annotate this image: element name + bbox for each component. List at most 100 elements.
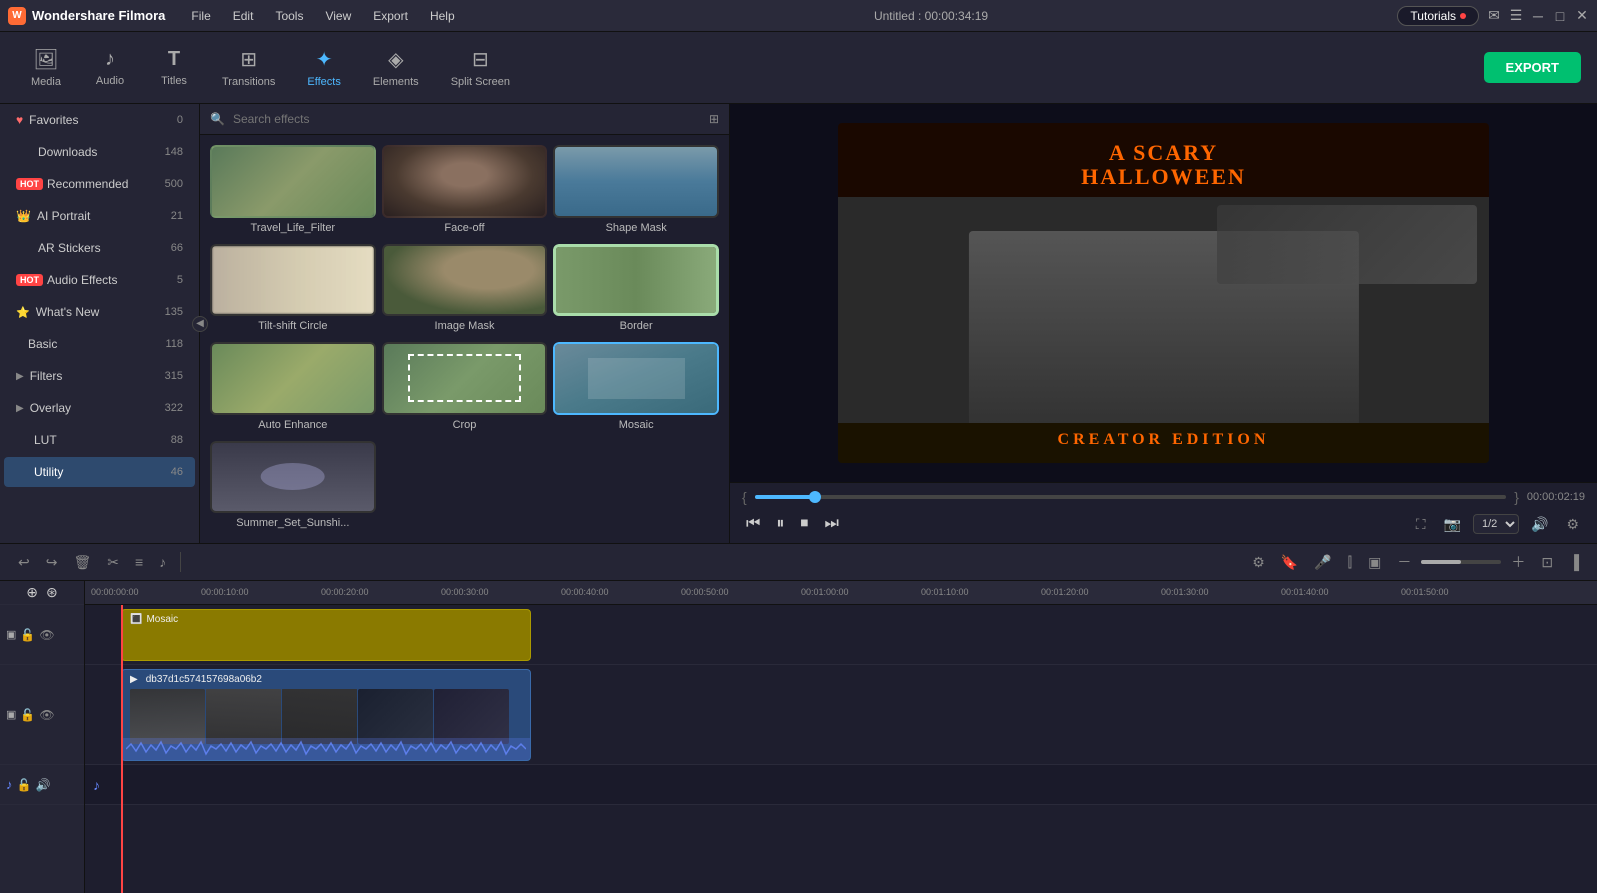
menu-icon[interactable]: ☰ bbox=[1509, 9, 1523, 23]
effect-image-mask[interactable]: Image Mask bbox=[382, 244, 548, 337]
toolbar-media[interactable]: 🖼 Media bbox=[16, 39, 76, 96]
main-toolbar: 🖼 Media ♪ Audio T Titles ⊞ Transitions ✦… bbox=[0, 32, 1597, 104]
collapse-panel-button[interactable]: ◀ bbox=[192, 316, 208, 332]
track-eye2-icon[interactable]: 👁 bbox=[39, 708, 54, 722]
timeline-main: 00:00:00:00 00:00:10:00 00:00:20:00 00:0… bbox=[85, 581, 1597, 893]
audio-lock-icon[interactable]: 🔓 bbox=[17, 778, 32, 792]
media-icon: 🖼 bbox=[33, 47, 58, 72]
play-pause-button[interactable]: ⏸ bbox=[772, 511, 788, 537]
stop-button[interactable]: ⏹ bbox=[796, 511, 812, 537]
speed-button[interactable]: ≡ bbox=[129, 550, 149, 574]
mosaic-clip[interactable]: 🔳 Mosaic bbox=[121, 609, 531, 661]
menu-help[interactable]: Help bbox=[420, 6, 465, 26]
sidebar-item-favorites[interactable]: ♥ Favorites 0 bbox=[4, 105, 195, 135]
sidebar-item-utility[interactable]: Utility 46 bbox=[4, 457, 195, 487]
tl-bookmark-button[interactable]: 🔖 bbox=[1275, 550, 1304, 575]
effect-mosaic[interactable]: Mosaic bbox=[553, 342, 719, 435]
mosaic-clip-icon: 🔳 bbox=[130, 614, 142, 625]
step-forward-button[interactable]: ⏭ bbox=[820, 511, 842, 537]
delete-button[interactable]: 🗑 bbox=[67, 550, 97, 575]
effect-travel-life-filter[interactable]: Travel_Life_Filter bbox=[210, 145, 376, 238]
tl-align-button[interactable]: ⫿ bbox=[1342, 550, 1358, 575]
maximize-button[interactable]: □ bbox=[1553, 9, 1567, 23]
toolbar-effects[interactable]: ✦ Effects bbox=[293, 39, 354, 96]
effect-crop[interactable]: Crop bbox=[382, 342, 548, 435]
effect-auto-enhance[interactable]: Auto Enhance bbox=[210, 342, 376, 435]
sidebar-audio-effects-count: 5 bbox=[177, 274, 183, 286]
tl-overlay-button[interactable]: ▣ bbox=[1362, 550, 1387, 575]
audio-button[interactable]: ♪ bbox=[153, 550, 172, 574]
page-selector[interactable]: 1/2 bbox=[1473, 514, 1519, 534]
toolbar-split-screen[interactable]: ⊟ Split Screen bbox=[437, 39, 524, 96]
tl-collapse-button[interactable]: ▐ bbox=[1563, 550, 1585, 574]
effect-border[interactable]: Border bbox=[553, 244, 719, 337]
volume-button[interactable]: 🔊 bbox=[1525, 513, 1554, 536]
toolbar-transitions[interactable]: ⊞ Transitions bbox=[208, 39, 289, 96]
toolbar-elements[interactable]: ◈ Elements bbox=[359, 39, 433, 96]
toolbar-titles[interactable]: T Titles bbox=[144, 40, 204, 95]
split-button[interactable]: ✂ bbox=[101, 550, 125, 575]
effect-thumb-autoenh bbox=[210, 342, 376, 415]
track-lock-icon[interactable]: 🔓 bbox=[20, 628, 35, 642]
tl-fit-button[interactable]: ⊡ bbox=[1535, 550, 1559, 575]
sidebar-item-ai-portrait[interactable]: 👑 AI Portrait 21 bbox=[4, 201, 195, 231]
settings-button[interactable]: ⚙ bbox=[1560, 513, 1585, 536]
track-video2-icon: ▣ bbox=[6, 708, 16, 721]
fullscreen-button[interactable]: ⛶ bbox=[1410, 513, 1432, 536]
sidebar-item-basic[interactable]: Basic 118 bbox=[4, 329, 195, 359]
sidebar-item-recommended[interactable]: HOT Recommended 500 bbox=[4, 169, 195, 199]
timeline-ruler[interactable]: 00:00:00:00 00:00:10:00 00:00:20:00 00:0… bbox=[85, 581, 1597, 605]
undo-button[interactable]: ↩ bbox=[12, 550, 36, 575]
effect-shape-mask[interactable]: Shape Mask bbox=[553, 145, 719, 238]
step-back-button[interactable]: ⏮ bbox=[742, 511, 764, 537]
minimize-button[interactable]: ─ bbox=[1531, 9, 1545, 23]
effect-summer-sunshine[interactable]: Summer_Set_Sunshi... bbox=[210, 441, 376, 534]
effects-search-input[interactable] bbox=[233, 112, 701, 126]
effect-thumb-border bbox=[553, 244, 719, 317]
close-button[interactable]: ✕ bbox=[1575, 9, 1589, 23]
effects-sidebar: ♥ Favorites 0 Downloads 148 HOT Recommen… bbox=[0, 104, 200, 543]
zoom-track[interactable] bbox=[1421, 560, 1501, 564]
effect-tilt-shift-circle[interactable]: Tilt-shift Circle bbox=[210, 244, 376, 337]
screenshot-button[interactable]: 📷 bbox=[1438, 513, 1467, 536]
tl-zoom-in-button[interactable]: ＋ bbox=[1505, 548, 1531, 576]
grid-view-icon[interactable]: ⊞ bbox=[709, 112, 719, 126]
menu-edit[interactable]: Edit bbox=[223, 6, 264, 26]
tutorials-button[interactable]: Tutorials bbox=[1397, 6, 1479, 26]
link-icon[interactable]: ⊛ bbox=[46, 584, 58, 601]
sidebar-item-audio-effects[interactable]: HOT Audio Effects 5 bbox=[4, 265, 195, 295]
menu-view[interactable]: View bbox=[315, 6, 361, 26]
effect-label-faceoff: Face-off bbox=[440, 222, 488, 238]
add-track-icon[interactable]: ⊕ bbox=[26, 584, 38, 601]
time-bracket-right[interactable]: } bbox=[1514, 489, 1519, 505]
menu-tools[interactable]: Tools bbox=[265, 6, 313, 26]
tl-settings-button[interactable]: ⚙ bbox=[1246, 550, 1271, 575]
redo-button[interactable]: ↪ bbox=[40, 550, 64, 575]
sidebar-item-whats-new[interactable]: ⭐ What's New 135 bbox=[4, 297, 195, 327]
sidebar-item-ar-stickers[interactable]: AR Stickers 66 bbox=[4, 233, 195, 263]
message-icon[interactable]: ✉ bbox=[1487, 9, 1501, 23]
time-bracket-left[interactable]: { bbox=[742, 489, 747, 505]
menu-file[interactable]: File bbox=[181, 6, 220, 26]
sidebar-item-filters[interactable]: ▶ Filters 315 bbox=[4, 361, 195, 391]
menu-export[interactable]: Export bbox=[363, 6, 418, 26]
titlebar: W Wondershare Filmora File Edit Tools Vi… bbox=[0, 0, 1597, 32]
split-screen-icon: ⊟ bbox=[472, 47, 489, 72]
star-icon: ⭐ bbox=[16, 306, 30, 319]
sidebar-item-overlay[interactable]: ▶ Overlay 322 bbox=[4, 393, 195, 423]
toolbar-audio[interactable]: ♪ Audio bbox=[80, 40, 140, 95]
audio-eye-icon[interactable]: 🔊 bbox=[35, 778, 50, 792]
tl-mic-button[interactable]: 🎤 bbox=[1308, 550, 1337, 575]
track-lock2-icon[interactable]: 🔓 bbox=[20, 708, 35, 722]
progress-track[interactable] bbox=[755, 495, 1507, 499]
effect-face-off[interactable]: Face-off bbox=[382, 145, 548, 238]
tutorials-notification-dot bbox=[1460, 13, 1466, 19]
video-clip[interactable]: ▶ db37d1c574157698a06b2 bbox=[121, 669, 531, 761]
sidebar-item-downloads[interactable]: Downloads 148 bbox=[4, 137, 195, 167]
track-eye-icon[interactable]: 👁 bbox=[39, 628, 54, 642]
sidebar-item-lut[interactable]: LUT 88 bbox=[4, 425, 195, 455]
progress-thumb[interactable] bbox=[809, 491, 821, 503]
ruler-label-1: 00:00:10:00 bbox=[201, 587, 249, 597]
export-button[interactable]: EXPORT bbox=[1484, 52, 1581, 83]
tl-zoom-out-button[interactable]: － bbox=[1391, 548, 1417, 576]
